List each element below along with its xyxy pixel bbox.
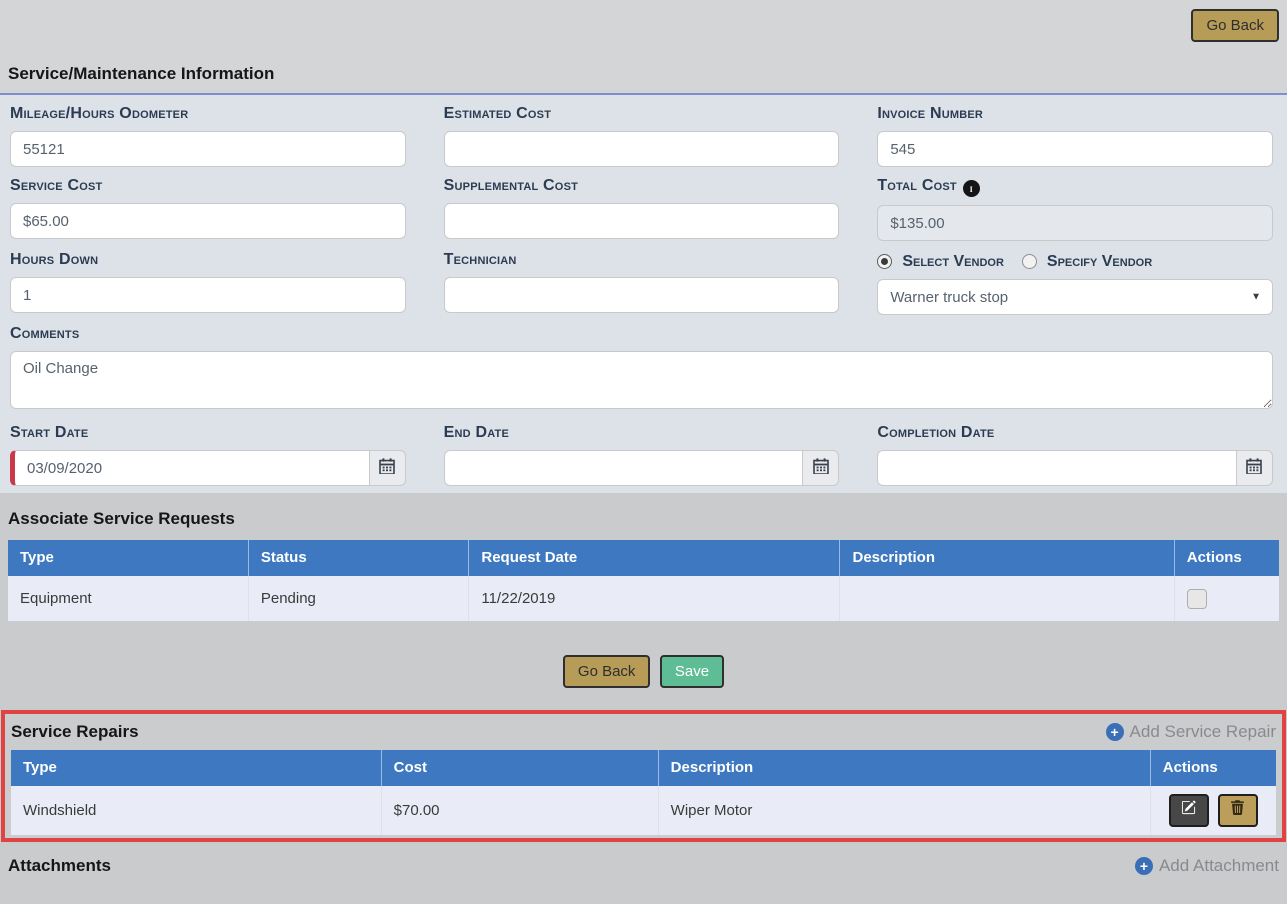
estimated-cost-field-group: Estimated Cost <box>444 105 840 167</box>
comments-label: Comments <box>10 325 1273 343</box>
invoice-number-field-group: Invoice Number <box>877 105 1273 167</box>
column-header: Type <box>11 750 382 786</box>
total-cost-field-group: Total Cost i <box>877 177 1273 241</box>
column-header: Type <box>8 540 249 576</box>
end-date-field-group: End Date <box>444 424 840 486</box>
page-header: Go Back Service/Maintenance Information <box>0 0 1287 95</box>
end-date-calendar-button[interactable] <box>802 450 839 486</box>
vendor-select[interactable]: Warner truck stop ▼ <box>877 279 1273 315</box>
page-title: Service/Maintenance Information <box>8 64 274 84</box>
service-repairs-title: Service Repairs <box>11 722 139 742</box>
cell-description <box>840 576 1174 621</box>
add-service-repair-label: Add Service Repair <box>1130 722 1276 742</box>
hours-down-field-group: Hours Down <box>10 251 406 315</box>
add-attachment-label: Add Attachment <box>1159 856 1279 876</box>
invoice-number-input[interactable] <box>877 131 1273 167</box>
total-cost-label-text: Total Cost <box>877 177 957 194</box>
row-select-checkbox[interactable] <box>1187 589 1207 609</box>
column-header: Request Date <box>469 540 840 576</box>
cell-status: Pending <box>249 576 470 621</box>
vendor-field-group: Select Vendor Specify Vendor Warner truc… <box>877 251 1273 315</box>
delete-repair-button[interactable] <box>1218 794 1258 827</box>
vendor-select-value: Warner truck stop <box>890 289 1008 306</box>
go-back-button-top[interactable]: Go Back <box>1191 9 1279 42</box>
service-requests-title: Associate Service Requests <box>8 509 1279 529</box>
add-service-repair-link[interactable]: + Add Service Repair <box>1106 722 1276 742</box>
add-attachment-link[interactable]: + Add Attachment <box>1135 856 1279 876</box>
edit-repair-button[interactable] <box>1169 794 1209 827</box>
column-header: Status <box>249 540 470 576</box>
service-requests-table: Type Status Request Date Description Act… <box>8 540 1279 622</box>
mileage-input[interactable] <box>10 131 406 167</box>
select-vendor-radio-label: Select Vendor <box>902 253 1004 271</box>
total-cost-label: Total Cost i <box>877 177 1273 197</box>
service-cost-label: Service Cost <box>10 177 406 195</box>
supplemental-cost-input[interactable] <box>444 203 840 239</box>
calendar-icon <box>813 458 829 479</box>
service-requests-header-row: Type Status Request Date Description Act… <box>8 540 1279 576</box>
dropdown-arrow-icon: ▼ <box>1251 292 1261 303</box>
column-header: Description <box>659 750 1151 786</box>
cell-type: Windshield <box>11 786 382 835</box>
comments-textarea[interactable]: Oil Change <box>10 351 1273 409</box>
attachments-section-header: Attachments + Add Attachment <box>8 856 1279 876</box>
mileage-field-group: Mileage/Hours Odometer <box>10 105 406 167</box>
mileage-label: Mileage/Hours Odometer <box>10 105 406 123</box>
cell-description: Wiper Motor <box>659 786 1151 835</box>
start-date-input[interactable] <box>10 450 369 486</box>
comments-field-group: Comments Oil Change <box>10 325 1273 414</box>
cell-type: Equipment <box>8 576 249 621</box>
info-icon[interactable]: i <box>963 180 980 197</box>
calendar-icon <box>379 458 395 479</box>
attachments-title: Attachments <box>8 856 111 876</box>
specify-vendor-radio-label: Specify Vendor <box>1047 253 1152 271</box>
completion-date-calendar-button[interactable] <box>1236 450 1273 486</box>
service-cost-input[interactable] <box>10 203 406 239</box>
service-cost-field-group: Service Cost <box>10 177 406 241</box>
calendar-icon <box>1246 458 1262 479</box>
column-header: Description <box>840 540 1174 576</box>
start-date-label: Start Date <box>10 424 406 442</box>
estimated-cost-input[interactable] <box>444 131 840 167</box>
service-repairs-section: Service Repairs + Add Service Repair Typ… <box>1 710 1286 842</box>
cell-request-date: 11/22/2019 <box>469 576 840 621</box>
completion-date-input[interactable] <box>877 450 1236 486</box>
column-header: Actions <box>1175 540 1279 576</box>
completion-date-field-group: Completion Date <box>877 424 1273 486</box>
end-date-input[interactable] <box>444 450 803 486</box>
plus-icon: + <box>1106 723 1124 741</box>
technician-input[interactable] <box>444 277 840 313</box>
total-cost-input <box>877 205 1273 241</box>
column-header: Cost <box>382 750 659 786</box>
service-repairs-table: Type Cost Description Actions Windshield… <box>11 750 1276 836</box>
edit-icon <box>1181 800 1196 821</box>
technician-label: Technician <box>444 251 840 269</box>
service-repairs-header-row: Type Cost Description Actions <box>11 750 1276 786</box>
specify-vendor-radio[interactable] <box>1022 254 1037 269</box>
select-vendor-radio[interactable] <box>877 254 892 269</box>
service-info-panel: Mileage/Hours Odometer Estimated Cost In… <box>0 95 1287 493</box>
end-date-label: End Date <box>444 424 840 442</box>
start-date-field-group: Start Date <box>10 424 406 486</box>
hours-down-input[interactable] <box>10 277 406 313</box>
technician-field-group: Technician <box>444 251 840 315</box>
table-row: Windshield $70.00 Wiper Motor <box>11 786 1276 836</box>
invoice-number-label: Invoice Number <box>877 105 1273 123</box>
table-row: Equipment Pending 11/22/2019 <box>8 576 1279 622</box>
supplemental-cost-field-group: Supplemental Cost <box>444 177 840 241</box>
supplemental-cost-label: Supplemental Cost <box>444 177 840 195</box>
save-button[interactable]: Save <box>660 655 724 688</box>
cell-cost: $70.00 <box>382 786 659 835</box>
estimated-cost-label: Estimated Cost <box>444 105 840 123</box>
completion-date-label: Completion Date <box>877 424 1273 442</box>
form-actions: Go Back Save <box>0 655 1287 688</box>
start-date-calendar-button[interactable] <box>369 450 406 486</box>
column-header: Actions <box>1151 750 1276 786</box>
hours-down-label: Hours Down <box>10 251 406 269</box>
go-back-button[interactable]: Go Back <box>563 655 651 688</box>
plus-icon: + <box>1135 857 1153 875</box>
trash-icon <box>1230 800 1245 821</box>
